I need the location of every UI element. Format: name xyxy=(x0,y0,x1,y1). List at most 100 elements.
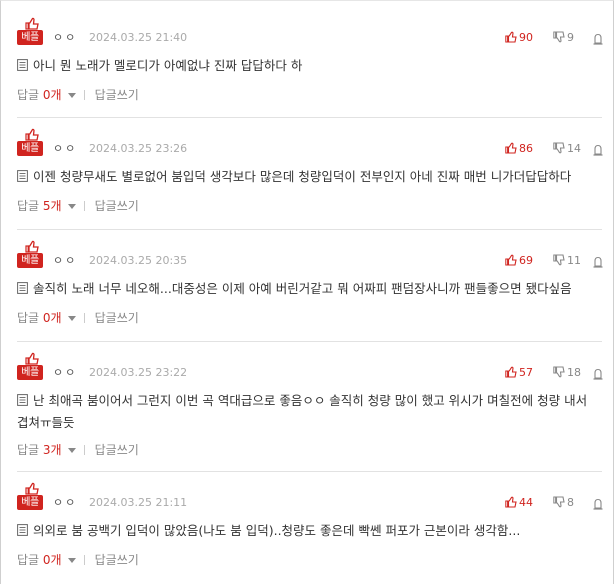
reply-count: 0개 xyxy=(42,88,62,102)
dislike-button[interactable]: 14 xyxy=(553,141,581,156)
reply-toggle[interactable]: 답글 0개 xyxy=(17,311,76,325)
report-button[interactable] xyxy=(593,253,605,268)
like-button[interactable]: 57 xyxy=(505,365,533,380)
reply-label: 답글 xyxy=(17,311,40,325)
thumbs-up-icon xyxy=(25,17,39,30)
thumbs-up-icon xyxy=(25,240,39,253)
reply-count: 3개 xyxy=(42,443,62,457)
like-button[interactable]: 44 xyxy=(505,495,533,510)
comment-date: 2024.03.25 21:11 xyxy=(89,496,188,509)
best-badge: 베플 xyxy=(17,253,43,268)
comment-text-row: 이젠 청량무새도 별로없어 붐입덕 생각보다 많은데 청량입덕이 전부인지 아네… xyxy=(17,166,602,188)
dislike-button[interactable]: 18 xyxy=(553,365,581,380)
comment-item: 베플 ㅇㅇ 2024.03.25 21:11 44 8 의외로 붐 공백기 입덕… xyxy=(17,482,605,572)
dislike-count: 11 xyxy=(567,254,581,267)
reply-label: 답글 xyxy=(17,553,40,567)
dislike-count: 9 xyxy=(567,31,574,44)
thumbs-down-icon xyxy=(553,142,565,154)
best-badge: 베플 xyxy=(17,495,43,510)
comment-meta: 베플 ㅇㅇ 2024.03.25 20:35 69 11 xyxy=(17,240,605,268)
write-reply-link[interactable]: 답글쓰기 xyxy=(95,88,139,102)
nickname[interactable]: ㅇㅇ xyxy=(53,365,77,380)
comment-date: 2024.03.25 20:35 xyxy=(89,254,188,267)
comment-text: 의외로 붐 공백기 입덕이 많았음(나도 붐 입덕)..청량도 좋은데 빡쎈 퍼… xyxy=(33,523,521,538)
thumbs-down-icon xyxy=(553,31,565,43)
separator xyxy=(83,201,85,211)
nickname[interactable]: ㅇㅇ xyxy=(53,495,77,510)
comment-item: 베플 ㅇㅇ 2024.03.25 23:26 86 14 이젠 청량무새도 별로… xyxy=(17,128,605,218)
caret-down-icon xyxy=(67,204,76,209)
thumbs-up-icon xyxy=(505,254,517,266)
dislike-button[interactable]: 9 xyxy=(553,30,574,45)
thumbs-up-icon xyxy=(505,31,517,43)
report-button[interactable] xyxy=(593,495,605,510)
nickname[interactable]: ㅇㅇ xyxy=(53,30,77,45)
caret-down-icon xyxy=(67,316,76,321)
nickname[interactable]: ㅇㅇ xyxy=(53,141,77,156)
reply-label: 답글 xyxy=(17,199,40,213)
caret-down-icon xyxy=(67,448,76,453)
document-icon xyxy=(17,524,28,536)
comment-text: 이젠 청량무새도 별로없어 붐입덕 생각보다 많은데 청량입덕이 전부인지 아네… xyxy=(33,169,572,184)
comment-text-row: 솔직히 노래 너무 네오해...대중성은 이제 아예 버린거같고 뭐 어짜피 팬… xyxy=(17,278,602,300)
comment-item: 베플 ㅇㅇ 2024.03.25 21:40 90 9 아니 뭔 노래가 멜로디… xyxy=(17,17,605,107)
write-reply-link[interactable]: 답글쓰기 xyxy=(95,443,139,457)
separator xyxy=(83,90,85,100)
reply-row: 답글 0개 답글쓰기 xyxy=(17,310,139,326)
divider xyxy=(17,117,602,118)
document-icon xyxy=(17,59,28,71)
dislike-count: 8 xyxy=(567,496,574,509)
report-button[interactable] xyxy=(593,365,605,380)
thumbs-up-icon xyxy=(505,366,517,378)
thumbs-down-icon xyxy=(553,254,565,266)
thumbs-up-icon xyxy=(25,482,39,495)
report-button[interactable] xyxy=(593,30,605,45)
thumbs-up-icon xyxy=(25,128,39,141)
comment-text-row: 난 최애곡 붐이어서 그런지 이번 곡 역대급으로 좋음ㅇㅇ 솔직히 청량 많이… xyxy=(17,390,602,434)
comment-text: 아니 뭔 노래가 멜로디가 아예없냐 진짜 답답하다 하 xyxy=(33,58,303,73)
comment-meta: 베플 ㅇㅇ 2024.03.25 23:22 57 18 xyxy=(17,352,605,380)
report-button[interactable] xyxy=(593,141,605,156)
caret-down-icon xyxy=(67,93,76,98)
reply-toggle[interactable]: 답글 3개 xyxy=(17,443,76,457)
comment-text-row: 의외로 붐 공백기 입덕이 많았음(나도 붐 입덕)..청량도 좋은데 빡쎈 퍼… xyxy=(17,520,602,542)
write-reply-link[interactable]: 답글쓰기 xyxy=(95,199,139,213)
best-badge-group: 베플 xyxy=(17,128,45,156)
siren-icon xyxy=(593,368,603,380)
best-badge-group: 베플 xyxy=(17,240,45,268)
like-button[interactable]: 90 xyxy=(505,30,533,45)
like-count: 57 xyxy=(519,366,533,379)
write-reply-link[interactable]: 답글쓰기 xyxy=(95,553,139,567)
dislike-button[interactable]: 8 xyxy=(553,495,574,510)
reply-count: 0개 xyxy=(42,311,62,325)
best-badge: 베플 xyxy=(17,365,43,380)
thumbs-down-icon xyxy=(553,496,565,508)
reply-toggle[interactable]: 답글 5개 xyxy=(17,199,76,213)
reply-label: 답글 xyxy=(17,443,40,457)
reply-count: 5개 xyxy=(42,199,62,213)
caret-down-icon xyxy=(67,558,76,563)
divider xyxy=(17,341,602,342)
dislike-count: 18 xyxy=(567,366,581,379)
siren-icon xyxy=(593,144,603,156)
reply-toggle[interactable]: 답글 0개 xyxy=(17,88,76,102)
reply-row: 답글 0개 답글쓰기 xyxy=(17,87,139,103)
write-reply-link[interactable]: 답글쓰기 xyxy=(95,311,139,325)
reply-label: 답글 xyxy=(17,88,40,102)
dislike-button[interactable]: 11 xyxy=(553,253,581,268)
best-badge-group: 베플 xyxy=(17,17,45,45)
reply-row: 답글 3개 답글쓰기 xyxy=(17,442,139,458)
document-icon xyxy=(17,282,28,294)
best-badge-group: 베플 xyxy=(17,482,45,510)
thumbs-up-icon xyxy=(25,352,39,365)
best-badge: 베플 xyxy=(17,141,43,156)
comment-meta: 베플 ㅇㅇ 2024.03.25 21:40 90 9 xyxy=(17,17,605,45)
thumbs-up-icon xyxy=(505,142,517,154)
like-button[interactable]: 86 xyxy=(505,141,533,156)
like-count: 90 xyxy=(519,31,533,44)
nickname[interactable]: ㅇㅇ xyxy=(53,253,77,268)
comment-text: 솔직히 노래 너무 네오해...대중성은 이제 아예 버린거같고 뭐 어짜피 팬… xyxy=(33,281,572,296)
like-button[interactable]: 69 xyxy=(505,253,533,268)
reply-toggle[interactable]: 답글 0개 xyxy=(17,553,76,567)
document-icon xyxy=(17,170,28,182)
